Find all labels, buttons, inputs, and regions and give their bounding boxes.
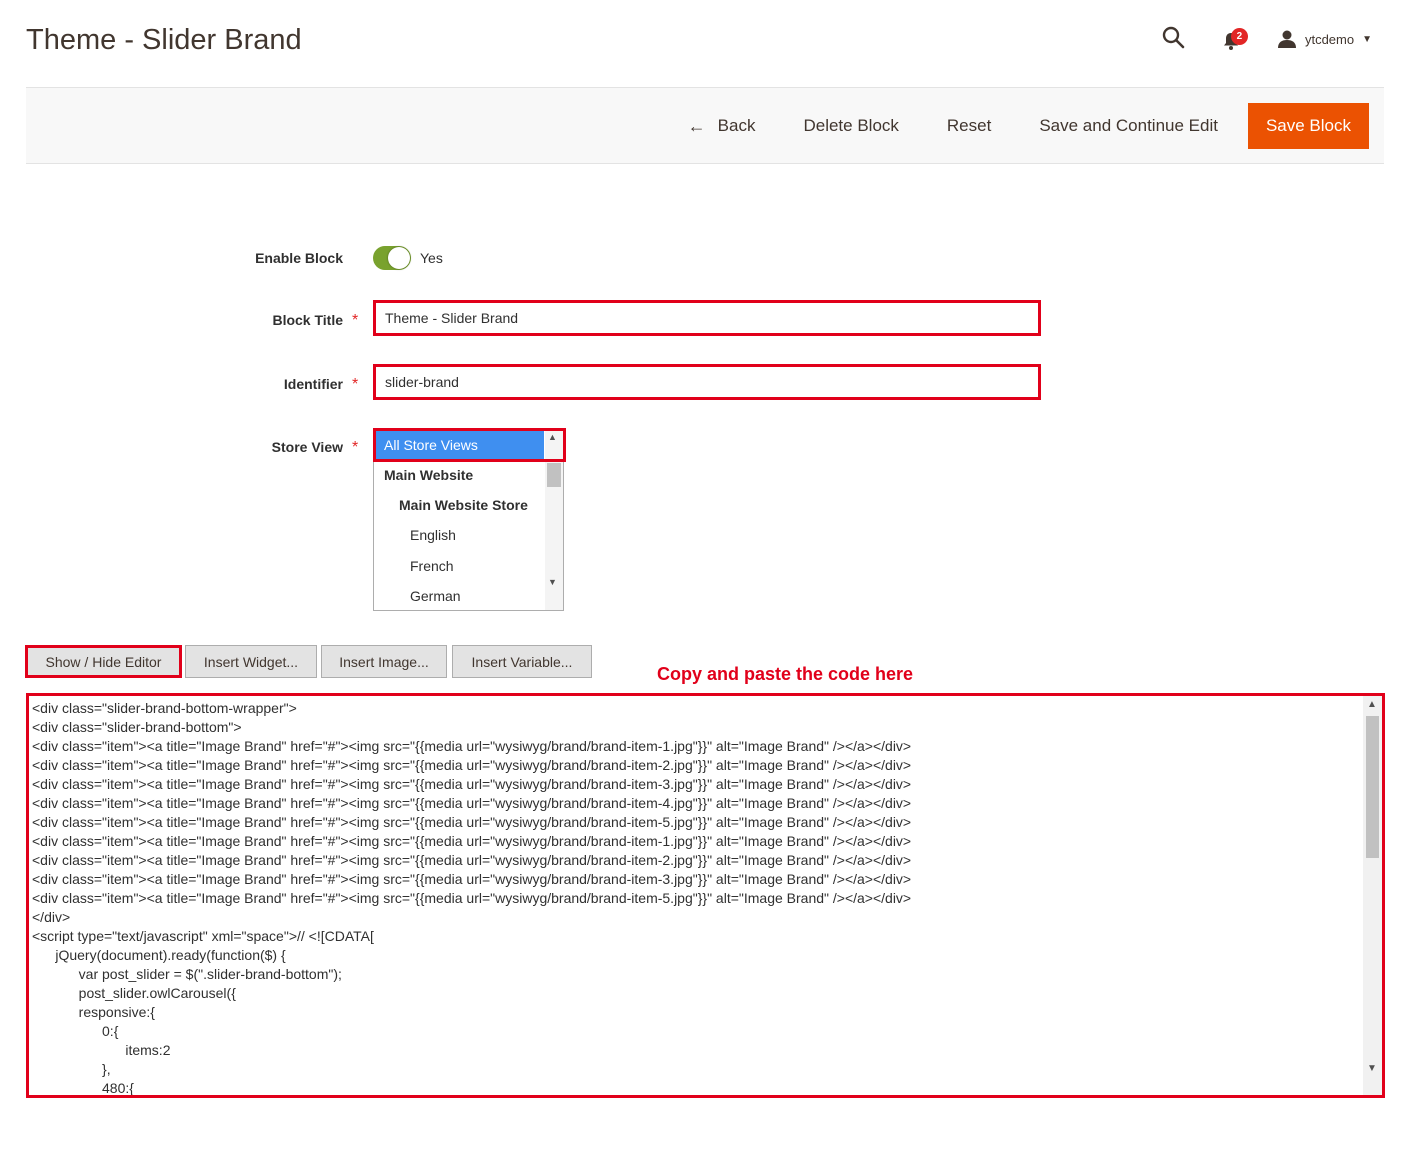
chevron-up-icon[interactable]: ▲ [548, 432, 557, 442]
scrollbar-thumb[interactable] [547, 463, 561, 487]
header-actions: 2 ytcdemo ▼ [1161, 22, 1372, 56]
identifier-label: Identifier [283, 376, 343, 392]
action-buttons: ← Back Delete Block Reset Save and Conti… [664, 103, 1369, 149]
enable-block-value: Yes [420, 250, 443, 266]
scrollbar-thumb[interactable] [1366, 716, 1379, 858]
search-icon[interactable] [1161, 25, 1189, 53]
content-scrollbar[interactable]: ▲ ▼ [1363, 696, 1382, 1095]
chevron-down-icon: ▼ [1362, 33, 1372, 45]
store-view-label: Store View [271, 439, 343, 455]
option-main-website-store[interactable]: Main Website Store [374, 490, 544, 520]
block-title-input[interactable] [373, 300, 1041, 336]
store-view-select[interactable]: All Store Views Main Website Main Websit… [373, 428, 564, 611]
option-german[interactable]: German [374, 581, 544, 610]
reset-button[interactable]: Reset [923, 103, 1015, 149]
page-actions-bar: ← Back Delete Block Reset Save and Conti… [26, 87, 1384, 164]
required-marker: * [352, 439, 359, 456]
store-view-scrollbar[interactable]: ▲ ▼ [545, 429, 563, 610]
user-name: ytcdemo [1304, 31, 1355, 47]
chevron-up-icon[interactable]: ▲ [1367, 699, 1377, 710]
required-marker: * [352, 376, 359, 393]
save-and-continue-button[interactable]: Save and Continue Edit [1015, 103, 1242, 149]
chevron-down-icon[interactable]: ▼ [548, 577, 557, 587]
content-textarea[interactable]: <div class="slider-brand-bottom-wrapper"… [26, 693, 1385, 1098]
toggle-knob [388, 247, 410, 269]
notification-count-badge: 2 [1230, 28, 1248, 45]
back-button[interactable]: ← Back [664, 103, 780, 149]
insert-variable-button[interactable]: Insert Variable... [452, 645, 592, 678]
instruction-annotation: Copy and paste the code here [657, 664, 914, 684]
option-all-store-views[interactable]: All Store Views [374, 430, 544, 460]
user-menu[interactable]: ytcdemo ▼ [1277, 29, 1372, 49]
option-french[interactable]: French [374, 551, 544, 581]
delete-block-button[interactable]: Delete Block [779, 103, 922, 149]
insert-widget-button[interactable]: Insert Widget... [185, 645, 317, 678]
insert-image-button[interactable]: Insert Image... [321, 645, 447, 678]
option-main-website[interactable]: Main Website [374, 460, 544, 490]
block-title-label: Block Title [272, 312, 343, 328]
enable-block-toggle[interactable] [373, 246, 411, 270]
user-icon [1277, 30, 1296, 48]
arrow-left-icon: ← [687, 115, 706, 136]
back-button-label: Back [717, 116, 756, 135]
show-hide-editor-button[interactable]: Show / Hide Editor [25, 645, 182, 678]
notifications-button[interactable]: 2 [1219, 25, 1248, 53]
identifier-input[interactable] [373, 364, 1041, 400]
save-block-button[interactable]: Save Block [1247, 103, 1369, 149]
chevron-down-icon[interactable]: ▼ [1367, 1063, 1377, 1074]
page-title: Theme - Slider Brand [26, 24, 302, 56]
content-code[interactable]: <div class="slider-brand-bottom-wrapper"… [32, 699, 1362, 1095]
enable-block-label: Enable Block [255, 250, 343, 266]
option-english[interactable]: English [374, 520, 544, 550]
required-marker: * [352, 312, 359, 329]
